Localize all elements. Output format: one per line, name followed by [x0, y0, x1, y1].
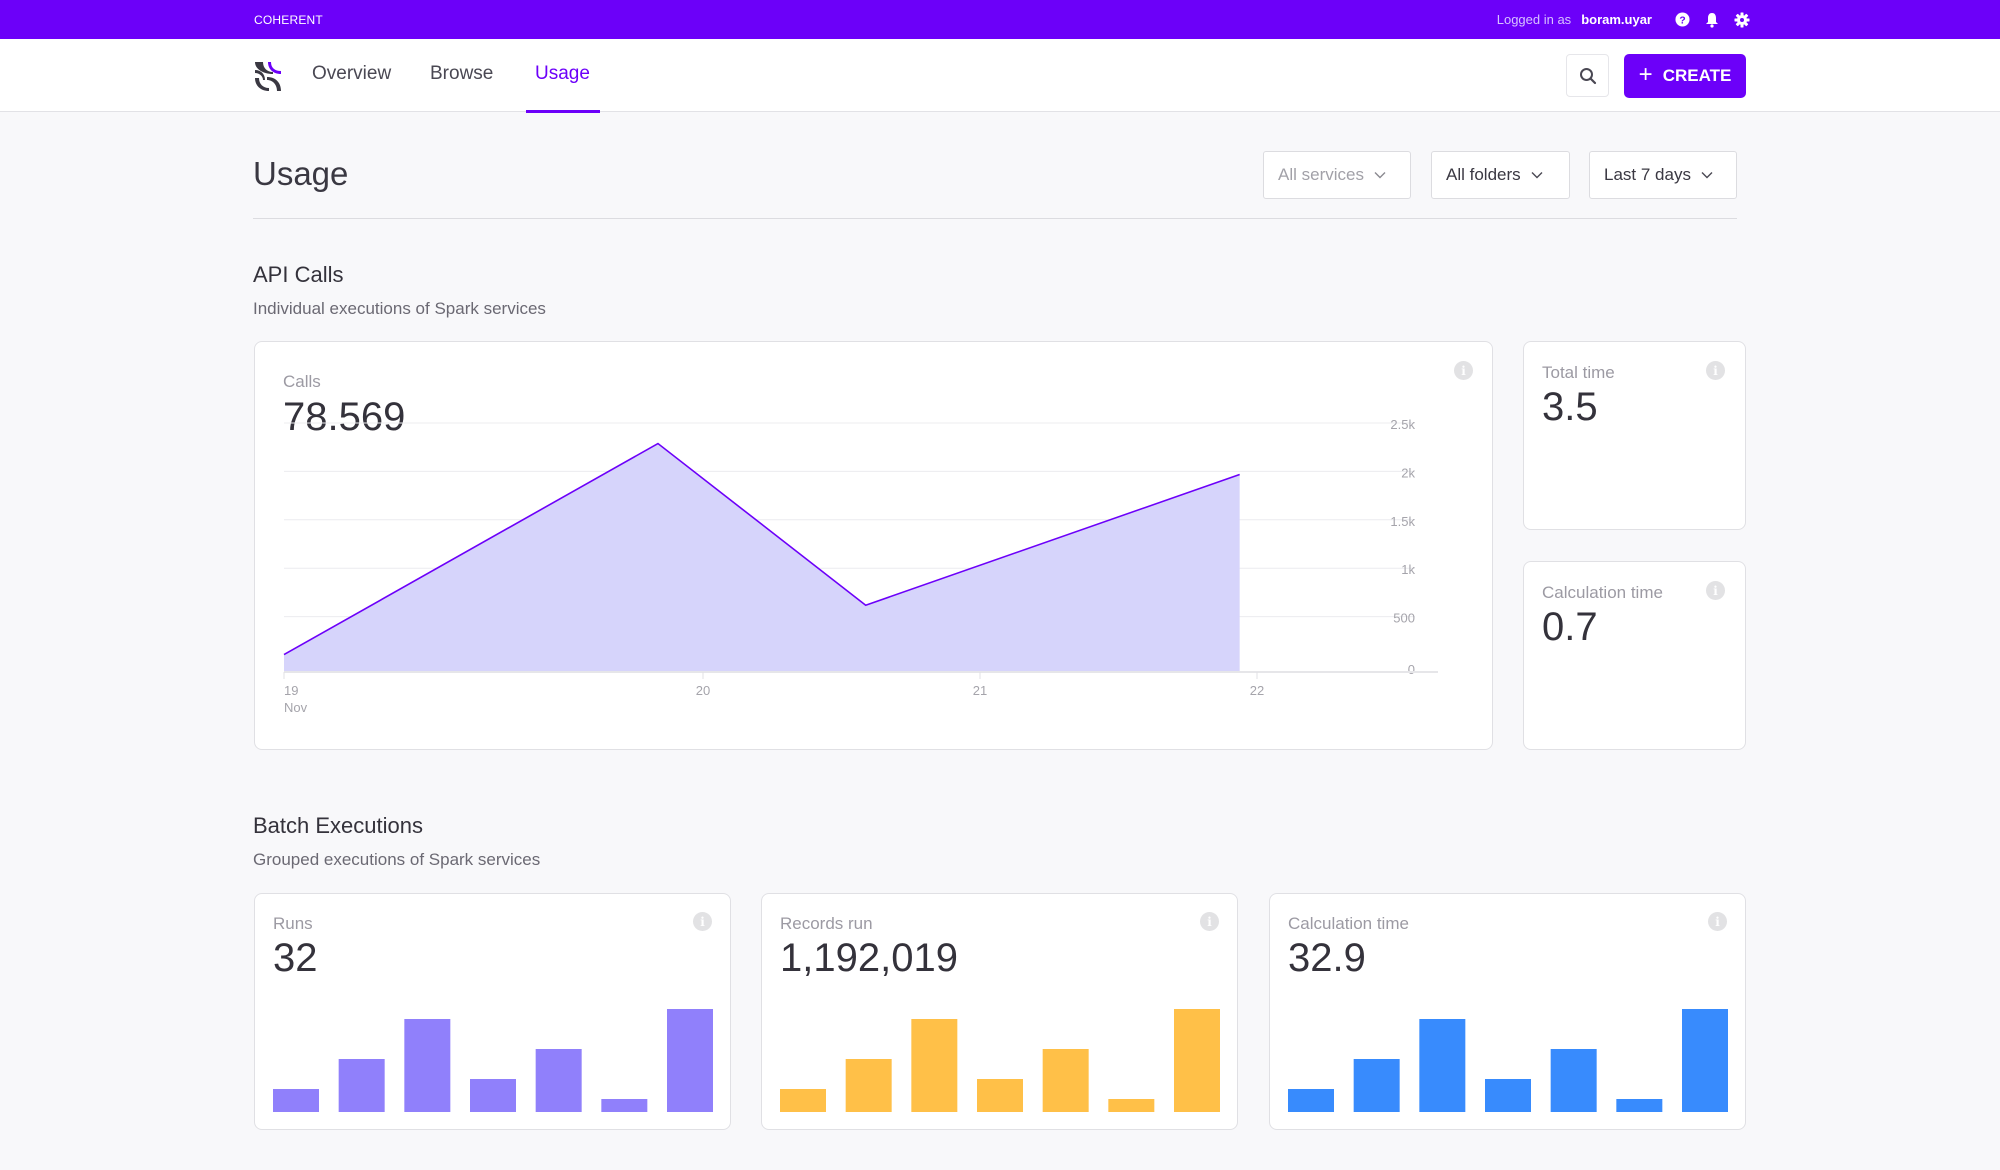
x-tick-label: 21: [973, 683, 987, 698]
top-bar: COHERENT Logged in as boram.uyar ?: [0, 0, 2000, 39]
bar: [977, 1079, 1023, 1112]
bar: [1108, 1099, 1155, 1112]
bar: [911, 1019, 958, 1112]
info-icon[interactable]: i: [1706, 361, 1725, 380]
calls-area-chart: 0 500 1k 1.5k 2k 2.5k 19 20 21 22 Nov: [283, 417, 1438, 715]
bar: [1419, 1019, 1466, 1112]
username[interactable]: boram.uyar: [1581, 12, 1652, 27]
x-tick-label: 22: [1250, 683, 1264, 698]
y-tick-label: 2.5k: [1390, 417, 1415, 432]
runs-bar-chart: [273, 1009, 713, 1112]
bar: [1485, 1079, 1531, 1112]
bar: [845, 1059, 892, 1112]
folders-filter-value: All folders: [1446, 165, 1521, 184]
calculation-time-label: Calculation time: [1542, 583, 1663, 602]
tab-overview[interactable]: Overview: [312, 63, 391, 85]
bar: [535, 1049, 582, 1112]
folders-filter-dropdown[interactable]: All folders: [1431, 151, 1570, 199]
chevron-down-icon: [1531, 172, 1543, 179]
chevron-down-icon: [1701, 172, 1713, 179]
total-time-value: 3.5: [1542, 385, 1598, 429]
bar: [1550, 1049, 1597, 1112]
bar: [1174, 1009, 1220, 1112]
total-time-card: Total time 3.5 i: [1523, 341, 1746, 530]
services-filter-dropdown[interactable]: All services: [1263, 151, 1411, 199]
logged-in-label: Logged in as: [1496, 12, 1572, 27]
date-range-dropdown[interactable]: Last 7 days: [1589, 151, 1737, 199]
bell-icon[interactable]: [1704, 12, 1720, 28]
bar: [404, 1019, 451, 1112]
runs-card: Runs 32 i: [254, 893, 731, 1130]
records-run-bar-chart: [780, 1009, 1220, 1112]
brand-name: COHERENT: [254, 13, 323, 27]
x-tick-label: 20: [696, 683, 710, 698]
bar: [1682, 1009, 1728, 1112]
plus-icon: +: [1638, 61, 1653, 88]
services-filter-value: All services: [1278, 165, 1364, 184]
user-area: Logged in as boram.uyar ?: [1497, 0, 1750, 39]
tab-browse[interactable]: Browse: [430, 63, 493, 85]
create-button[interactable]: + CREATE: [1624, 54, 1746, 98]
help-icon[interactable]: ?: [1674, 12, 1690, 28]
calls-card: Calls 78.569 i 0 500 1k 1.5k 2k 2.5k 19 20 21 22 N…: [254, 341, 1493, 750]
tab-usage[interactable]: Usage: [535, 63, 590, 85]
coherent-logo[interactable]: [253, 60, 285, 92]
bar: [601, 1099, 648, 1112]
bar: [1042, 1049, 1089, 1112]
calls-area: [284, 443, 1240, 672]
api-calls-subtitle: Individual executions of Spark services: [253, 299, 546, 318]
y-tick-label: 1.5k: [1390, 514, 1415, 529]
bar: [470, 1079, 516, 1112]
bar: [273, 1089, 319, 1112]
y-tick-label: 1k: [1401, 562, 1415, 577]
calculation-time-card: Calculation time 0.7 i: [1523, 561, 1746, 750]
batch-executions-subtitle: Grouped executions of Spark services: [253, 850, 541, 869]
api-calls-title: API Calls: [253, 262, 344, 287]
records-run-card: Records run 1,192,019 i: [761, 893, 1238, 1130]
search-button[interactable]: [1566, 54, 1609, 97]
bar: [338, 1059, 385, 1112]
y-tick-label: 2k: [1401, 465, 1415, 480]
y-tick-label: 500: [1393, 611, 1415, 626]
x-month-label: Nov: [284, 700, 308, 715]
chevron-down-icon: [1374, 172, 1386, 179]
info-icon[interactable]: i: [1706, 581, 1725, 600]
x-tick-label: 19: [284, 683, 298, 698]
svg-text:?: ?: [1679, 15, 1685, 26]
page-title: Usage: [253, 155, 349, 192]
batch-calculation-time-bar-chart: [1288, 1009, 1728, 1112]
create-label: CREATE: [1662, 66, 1732, 85]
batch-calculation-time-card: Calculation time 32.9 i: [1269, 893, 1746, 1130]
date-range-value: Last 7 days: [1604, 165, 1691, 184]
total-time-label: Total time: [1542, 363, 1615, 382]
bar: [1353, 1059, 1400, 1112]
batch-executions-title: Batch Executions: [253, 813, 423, 838]
bar: [667, 1009, 713, 1112]
y-tick-label: 0: [1408, 662, 1415, 677]
calculation-time-value: 0.7: [1542, 605, 1598, 649]
bar: [780, 1089, 826, 1112]
search-icon: [1579, 67, 1596, 84]
gear-icon[interactable]: [1734, 12, 1750, 28]
header-divider: [253, 218, 1737, 219]
bar: [1616, 1099, 1663, 1112]
nav-bar: Overview Browse Usage + CREATE: [0, 39, 2000, 113]
bar: [1288, 1089, 1334, 1112]
active-tab-indicator: [526, 110, 600, 113]
